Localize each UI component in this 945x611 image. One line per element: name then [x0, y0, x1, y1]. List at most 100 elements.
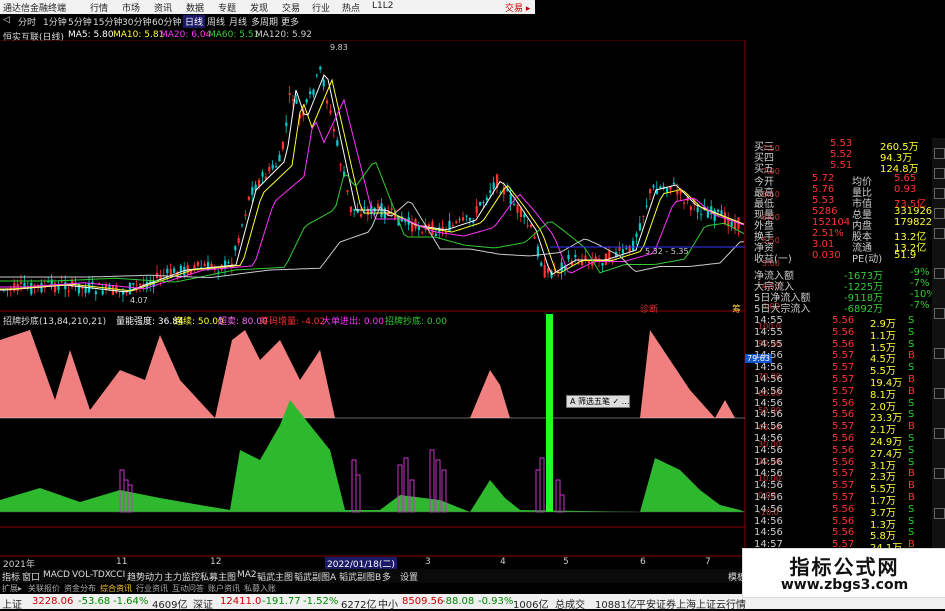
tick-time: 14:56	[754, 527, 783, 539]
tab-5min[interactable]: 5分钟	[68, 15, 92, 28]
tab-private-account[interactable]: 私募入账	[244, 583, 276, 594]
flow-percent: -7%	[910, 300, 930, 311]
tick-side: B	[908, 480, 915, 492]
tick-side: S	[908, 397, 915, 409]
tick-side: S	[908, 409, 915, 421]
side-icon-4[interactable]	[934, 208, 945, 219]
tab-related-quote[interactable]: 关联报价	[28, 583, 60, 594]
tab-30min[interactable]: 30分钟	[122, 15, 151, 28]
tick-side: B	[908, 350, 915, 362]
indicator-v6: 招牌抄底: 0.00	[385, 317, 447, 327]
menu-trade[interactable]: 交易	[282, 1, 300, 14]
side-icon-12[interactable]	[934, 508, 945, 519]
menu-topics[interactable]: 专题	[218, 1, 236, 14]
tick-price: 5.57	[832, 421, 855, 433]
candlestick-series	[3, 65, 740, 303]
tick-price: 5.56	[832, 326, 855, 338]
tick-price: 5.56	[832, 444, 855, 456]
tick-price: 5.57	[832, 492, 855, 503]
tab-60min[interactable]: 60分钟	[152, 15, 181, 28]
tab-daily[interactable]: 日线	[183, 15, 206, 28]
tick-price: 5.57	[832, 374, 855, 385]
sz-change: -191.77	[262, 596, 301, 607]
side-icon-8[interactable]	[934, 348, 945, 359]
menu-discover[interactable]: 发现	[250, 1, 268, 14]
high-annotation: 9.83	[330, 43, 348, 52]
tab-timeshare[interactable]: 分时	[18, 15, 36, 28]
side-icon-5[interactable]	[934, 228, 945, 239]
sh-percent: -1.64%	[113, 596, 149, 607]
flow-percent: -7%	[910, 278, 930, 289]
tick-time: 14:56	[754, 456, 783, 468]
app-title: 通达信金融终端	[3, 4, 67, 14]
ma120-value: MA120: 5.92	[255, 30, 313, 40]
sh-change: -53.68	[78, 596, 111, 607]
side-icon-7[interactable]	[934, 308, 945, 319]
side-icon-1[interactable]	[934, 148, 945, 159]
tab-vol-tdx[interactable]: VOL-TDX	[72, 570, 111, 580]
tab-private-main[interactable]: 私募主图	[200, 570, 236, 583]
tab-15min[interactable]: 15分钟	[93, 15, 122, 28]
menu-industry[interactable]: 行业	[312, 1, 330, 14]
tab-fund-distribution[interactable]: 资金分布	[64, 583, 96, 594]
tab-window[interactable]: 窗口	[22, 570, 40, 583]
tick-side: S	[908, 515, 915, 527]
tab-taowu-sub-b[interactable]: 韬武副图B	[339, 570, 381, 583]
tab-macd[interactable]: MACD	[43, 570, 70, 580]
menu-news[interactable]: 资讯	[154, 1, 172, 14]
tab-more[interactable]: 更多	[281, 15, 299, 28]
tick-side: B	[908, 421, 915, 433]
menu-l1l2[interactable]: L1L2	[372, 1, 393, 11]
date-label: 6	[640, 557, 646, 567]
tick-side: S	[908, 527, 915, 539]
tick-side: S	[908, 503, 915, 515]
tab-1min[interactable]: 1分钟	[43, 15, 67, 28]
tick-price: 5.56	[832, 338, 855, 350]
trade-link[interactable]: 交易 ▸	[505, 1, 530, 14]
menu-market[interactable]: 市场	[122, 1, 140, 14]
signal-bar	[546, 314, 553, 512]
ma60-value: MA60: 5.51	[208, 30, 260, 40]
quote-panel: 买三 5.53 260.5万 买四 5.52 94.3万 买五 5.51 124.8万 今开 5.7…	[752, 138, 945, 560]
tab-qa[interactable]: 互动问答	[172, 583, 204, 594]
tab-ma2[interactable]: MA2	[237, 570, 257, 580]
menu-data[interactable]: 数据	[186, 1, 204, 14]
tab-taowu-sub-a[interactable]: 韬武副图A	[294, 570, 336, 583]
screener-popup[interactable]: A 筛选五笔 ✓ ...	[566, 395, 630, 408]
tab-cci[interactable]: CCI	[110, 570, 125, 580]
chart-area[interactable]: 9.83 4.07 5.32 - 5.35	[0, 40, 760, 560]
tab-account-news[interactable]: 账户资讯	[208, 583, 240, 594]
date-label: 4	[500, 557, 506, 567]
stat-value: 51.9	[894, 250, 917, 261]
back-button[interactable]: ◁	[3, 15, 10, 25]
tick-time: 14:56	[754, 515, 783, 527]
tick-time: 14:56	[754, 468, 783, 480]
side-icon-10[interactable]	[934, 428, 945, 439]
tab-general-news[interactable]: 综合资讯	[100, 583, 132, 594]
tab-indicator[interactable]: 指标	[2, 570, 20, 583]
tab-trend-power[interactable]: 趋势动力	[127, 570, 163, 583]
tick-price: 5.56	[832, 315, 855, 326]
sz-percent: -1.52%	[303, 596, 339, 607]
menu-quotes[interactable]: 行情	[90, 1, 108, 14]
side-icon-3[interactable]	[934, 188, 945, 199]
tab-extend[interactable]: 扩展▸	[2, 583, 22, 594]
tab-settings[interactable]: 设置	[400, 570, 418, 583]
tab-industry-news[interactable]: 行业资讯	[136, 583, 168, 594]
tab-weekly[interactable]: 周线	[207, 15, 225, 28]
side-icon-2[interactable]	[934, 168, 945, 179]
side-icon-11[interactable]	[934, 468, 945, 479]
side-icon-6[interactable]	[934, 268, 945, 279]
tab-taowu-main[interactable]: 韬武主图	[257, 570, 293, 583]
tick-price: 5.56	[832, 503, 855, 515]
tick-time: 14:56	[754, 503, 783, 515]
side-icon-9[interactable]	[934, 388, 945, 399]
tab-multi-period[interactable]: 多周期	[251, 15, 278, 28]
menu-hot[interactable]: 热点	[342, 1, 360, 14]
lower-label-left: 诊断	[640, 305, 659, 315]
tab-monthly[interactable]: 月线	[229, 15, 247, 28]
tab-main-monitor[interactable]: 主力监控	[164, 570, 200, 583]
stat-value: 0.93	[894, 184, 917, 195]
indicator-tabs: 指标 窗口 MACD VOL-TDX CCI 趋势动力 主力监控 私募主图 MA…	[0, 569, 760, 583]
tab-more-indicators[interactable]: 多	[382, 570, 391, 583]
